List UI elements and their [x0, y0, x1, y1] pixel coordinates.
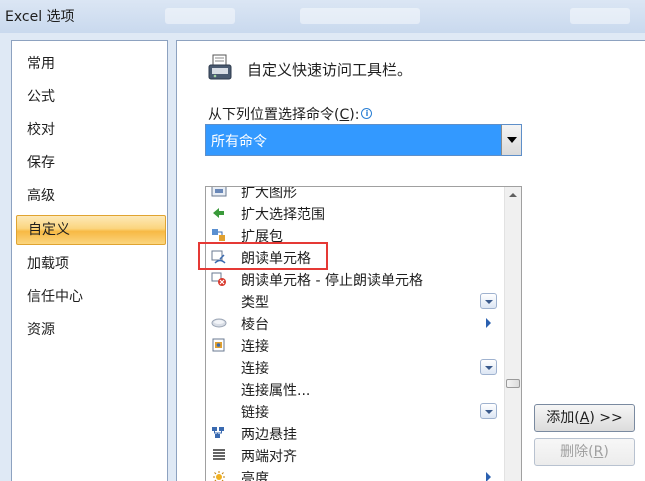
list-item[interactable]: 扩大选择范围 — [206, 202, 502, 224]
hanging-icon — [212, 427, 224, 438]
dropdown-indicator-icon — [480, 293, 497, 309]
list-item[interactable]: 亮度 — [206, 466, 502, 481]
nav-item-proofing[interactable]: 校对 — [16, 116, 166, 144]
nav-item-label: 资源 — [27, 322, 55, 338]
list-item-label: 扩大选择范围 — [241, 207, 325, 223]
dropdown-indicator-icon — [480, 359, 497, 375]
nav-item-trust-center[interactable]: 信任中心 — [16, 283, 166, 311]
list-item-label: 棱台 — [241, 317, 269, 333]
nav-item-label: 信任中心 — [27, 289, 83, 305]
list-item-label: 链接 — [241, 405, 269, 421]
customize-panel: 自定义快速访问工具栏。 从下列位置选择命令(C): i 所有命令 扩大图形 扩大选… — [176, 40, 645, 481]
quick-access-toolbar-icon — [208, 54, 232, 80]
nav-item-formulas[interactable]: 公式 — [16, 83, 166, 111]
nav-item-label: 自定义 — [28, 222, 70, 238]
dropdown-selected-value: 所有命令 — [211, 134, 267, 150]
justify-icon — [213, 449, 225, 460]
background-ribbon-ghost — [570, 8, 630, 24]
nav-item-label: 加载项 — [27, 256, 69, 272]
add-button[interactable]: 添加(A) >> — [534, 404, 635, 432]
nav-item-customize[interactable]: 自定义 — [16, 215, 166, 245]
commands-list[interactable]: 扩大图形 扩大选择范围 扩展包 朗读单元格 朗读单元格 - 停止朗读单元格 类型 — [205, 186, 522, 481]
list-item-label: 朗读单元格 - 停止朗读单元格 — [241, 273, 423, 289]
list-item-label: 亮度 — [241, 471, 269, 481]
expansion-pack-icon — [212, 229, 225, 241]
brightness-icon — [213, 471, 225, 481]
remove-button-prefix: 删除( — [560, 444, 594, 460]
connection-icon — [212, 338, 225, 352]
remove-button-suffix: ) — [603, 444, 609, 460]
window-title: Excel 选项 — [5, 9, 75, 25]
nav-item-label: 公式 — [27, 89, 55, 105]
nav-item-label: 高级 — [27, 188, 55, 204]
submenu-arrow-icon — [486, 318, 491, 328]
dropdown-indicator-icon — [480, 403, 497, 419]
background-ribbon-ghost — [165, 8, 235, 24]
choose-label-suffix: ): — [349, 107, 360, 123]
nav-item-label: 常用 — [27, 56, 55, 72]
info-icon[interactable]: i — [361, 108, 373, 119]
list-item-label: 连接 — [241, 361, 269, 377]
submenu-arrow-icon — [486, 472, 491, 481]
add-button-accesskey: A — [579, 410, 590, 426]
nav-item-resources[interactable]: 资源 — [16, 316, 166, 344]
list-item-label: 连接属性... — [241, 383, 311, 399]
enlarge-shape-icon — [211, 187, 227, 197]
scroll-thumb[interactable] — [506, 379, 520, 388]
choose-commands-label: 从下列位置选择命令(C): i — [208, 104, 373, 124]
green-arrow-icon — [213, 208, 224, 218]
list-item-label: 连接 — [241, 339, 269, 355]
list-item[interactable]: 链接 — [206, 400, 502, 422]
list-item[interactable]: 扩大图形 — [206, 186, 502, 202]
background-ribbon-ghost — [300, 8, 420, 24]
chevron-down-icon[interactable] — [501, 125, 521, 155]
choose-label-accesskey: C — [339, 107, 350, 123]
options-dialog: 常用 公式 校对 保存 高级 自定义 加载项 信任中心 资源 自定义快速访问工具… — [0, 33, 645, 481]
remove-button-accesskey: R — [593, 444, 604, 460]
title-bar: Excel 选项 — [0, 0, 645, 33]
panel-title: 自定义快速访问工具栏。 — [247, 61, 413, 79]
nav-item-save[interactable]: 保存 — [16, 149, 166, 177]
stop-speaking-icon — [211, 272, 226, 286]
add-button-prefix: 添加( — [546, 410, 580, 426]
list-item-label: 两端对齐 — [241, 449, 297, 465]
add-button-suffix: ) >> — [589, 410, 623, 426]
nav-item-label: 校对 — [27, 122, 55, 138]
choose-label-prefix: 从下列位置选择命令( — [208, 107, 340, 123]
list-item-label: 两边悬挂 — [241, 427, 297, 443]
list-item[interactable]: 朗读单元格 - 停止朗读单元格 — [206, 268, 502, 290]
nav-item-general[interactable]: 常用 — [16, 50, 166, 78]
list-item[interactable]: 棱台 — [206, 312, 502, 334]
list-item-label: 扩大图形 — [241, 186, 297, 201]
scroll-up-icon[interactable] — [505, 187, 521, 204]
highlight-annotation-box — [198, 242, 328, 270]
vertical-scrollbar[interactable] — [504, 187, 521, 481]
nav-item-advanced[interactable]: 高级 — [16, 182, 166, 210]
bevel-icon — [211, 318, 227, 328]
list-item[interactable]: 连接 — [206, 334, 502, 356]
nav-item-addins[interactable]: 加载项 — [16, 250, 166, 278]
remove-button[interactable]: 删除(R) — [534, 438, 635, 466]
choose-commands-dropdown[interactable]: 所有命令 — [205, 124, 522, 156]
list-item-label: 类型 — [241, 295, 269, 311]
category-nav: 常用 公式 校对 保存 高级 自定义 加载项 信任中心 资源 — [11, 40, 168, 481]
list-item[interactable]: 两端对齐 — [206, 444, 502, 466]
list-item[interactable]: 连接属性... — [206, 378, 502, 400]
list-item[interactable]: 连接 — [206, 356, 502, 378]
list-item[interactable]: 类型 — [206, 290, 502, 312]
list-item[interactable]: 两边悬挂 — [206, 422, 502, 444]
nav-item-label: 保存 — [27, 155, 55, 171]
